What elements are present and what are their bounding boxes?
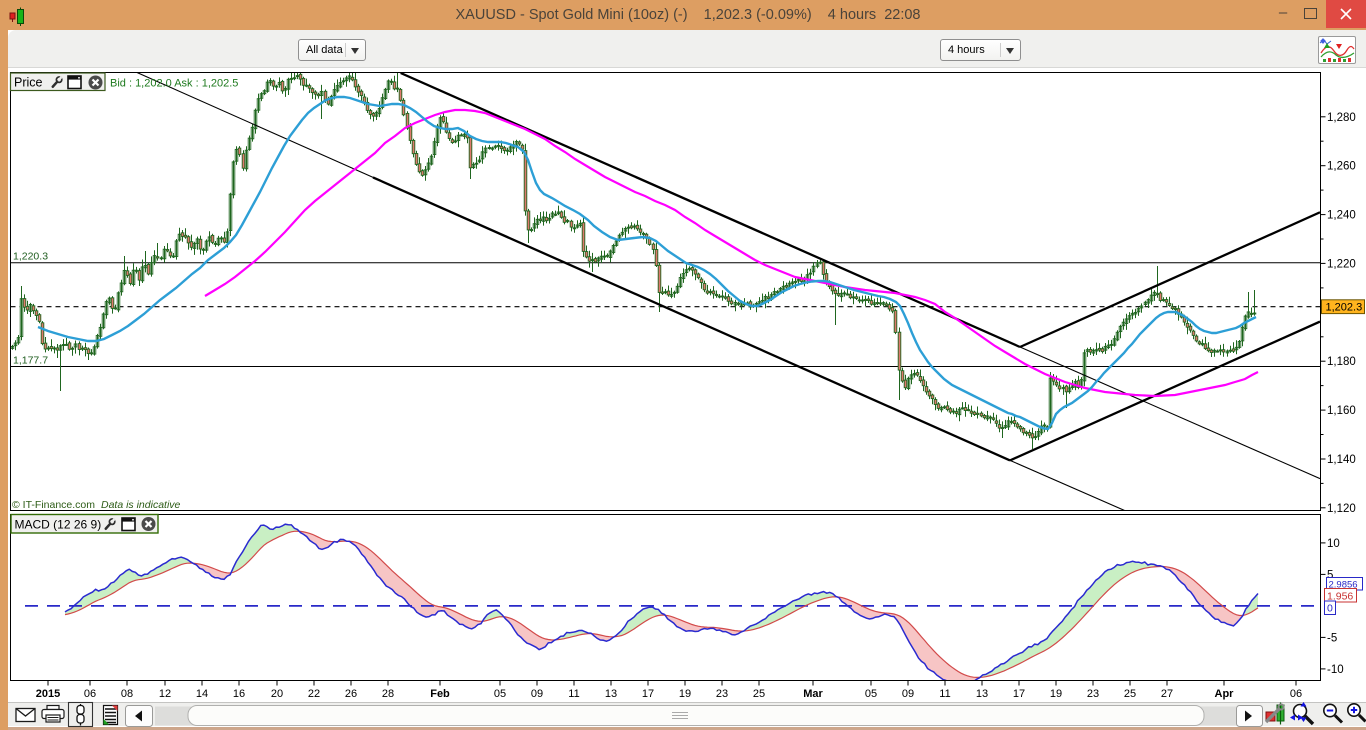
svg-text:09: 09 <box>531 688 543 700</box>
svg-text:11: 11 <box>568 688 579 700</box>
svg-text:26: 26 <box>345 688 357 700</box>
svg-text:06: 06 <box>1290 688 1302 700</box>
svg-text:Price: Price <box>14 76 43 90</box>
svg-text:05: 05 <box>494 688 506 700</box>
svg-text:10: 10 <box>1327 538 1340 550</box>
svg-text:05: 05 <box>865 688 877 700</box>
svg-text:1,220.3: 1,220.3 <box>13 251 48 263</box>
svg-text:1,240: 1,240 <box>1327 210 1356 222</box>
svg-text:2015: 2015 <box>36 688 60 700</box>
svg-text:23: 23 <box>1087 688 1099 700</box>
svg-text:1,140: 1,140 <box>1327 454 1356 466</box>
svg-text:06: 06 <box>84 688 96 700</box>
svg-text:1,260: 1,260 <box>1327 161 1356 173</box>
svg-text:16: 16 <box>233 688 245 700</box>
svg-text:1,177.7: 1,177.7 <box>13 355 48 367</box>
svg-text:19: 19 <box>1050 688 1062 700</box>
svg-text:27: 27 <box>1161 688 1173 700</box>
svg-text:-5: -5 <box>1327 632 1337 644</box>
svg-text:© IT-Finance.com: © IT-Finance.com <box>12 499 95 511</box>
svg-text:25: 25 <box>753 688 765 700</box>
svg-text:1,160: 1,160 <box>1327 405 1356 417</box>
svg-text:13: 13 <box>976 688 988 700</box>
svg-text:23: 23 <box>716 688 728 700</box>
svg-text:Data is indicative: Data is indicative <box>101 499 181 511</box>
svg-text:Feb: Feb <box>430 688 450 700</box>
svg-text:20: 20 <box>271 688 283 700</box>
svg-text:19: 19 <box>679 688 691 700</box>
svg-text:11: 11 <box>939 688 950 700</box>
svg-text:17: 17 <box>1013 688 1025 700</box>
svg-text:1,280: 1,280 <box>1327 112 1356 124</box>
svg-text:17: 17 <box>642 688 654 700</box>
svg-text:1,202.3: 1,202.3 <box>1326 302 1363 314</box>
svg-text:22: 22 <box>308 688 320 700</box>
svg-text:1,220: 1,220 <box>1327 258 1356 270</box>
svg-text:12: 12 <box>159 688 171 700</box>
svg-text:25: 25 <box>1124 688 1136 700</box>
svg-text:Mar: Mar <box>803 688 823 700</box>
svg-text:1,120: 1,120 <box>1327 503 1356 515</box>
svg-text:08: 08 <box>121 688 133 700</box>
svg-text:09: 09 <box>902 688 914 700</box>
svg-text:Apr: Apr <box>1215 688 1235 700</box>
svg-text:14: 14 <box>196 688 208 700</box>
svg-text:13: 13 <box>605 688 617 700</box>
svg-text:28: 28 <box>382 688 394 700</box>
svg-text:Bid : 1,202.0 Ask : 1,202.5: Bid : 1,202.0 Ask : 1,202.5 <box>110 78 238 90</box>
svg-text:-10: -10 <box>1327 664 1344 676</box>
svg-text:1,180: 1,180 <box>1327 356 1356 368</box>
svg-text:0: 0 <box>1327 603 1333 615</box>
svg-text:MACD (12 26 9): MACD (12 26 9) <box>15 518 102 532</box>
